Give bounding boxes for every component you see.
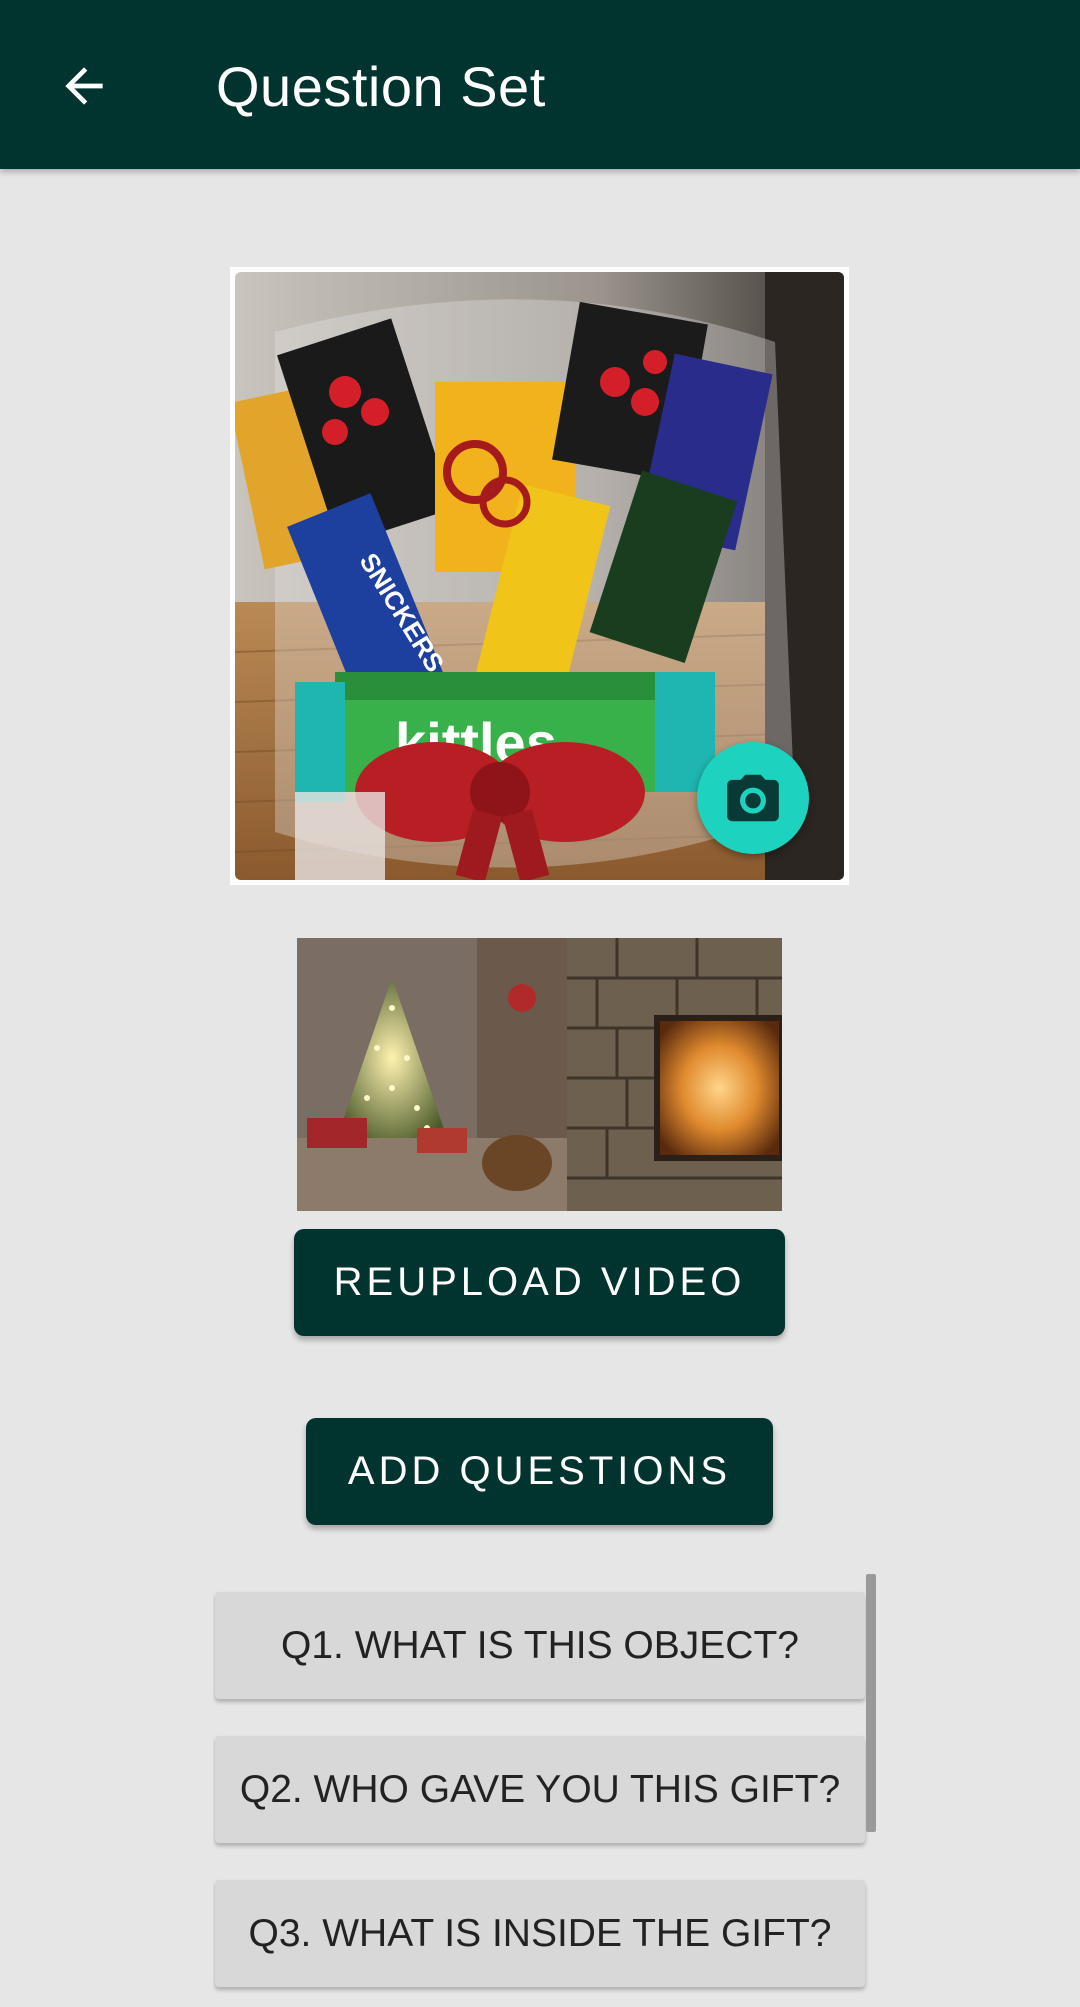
- change-photo-button[interactable]: [697, 742, 809, 854]
- page-title: Question Set: [216, 55, 546, 118]
- question-list-scrollbar[interactable]: [866, 1574, 876, 1832]
- camera-icon: [727, 774, 779, 822]
- app-bar: Question Set: [0, 0, 1080, 169]
- question-list[interactable]: Q1. WHAT IS THIS OBJECT? Q2. WHO GAVE YO…: [213, 1574, 879, 2007]
- question-item-2[interactable]: Q2. WHO GAVE YOU THIS GIFT?: [215, 1736, 865, 1843]
- video-thumbnail[interactable]: [297, 938, 782, 1211]
- question-item-3[interactable]: Q3. WHAT IS INSIDE THE GIFT?: [215, 1880, 865, 1987]
- question-item-1[interactable]: Q1. WHAT IS THIS OBJECT?: [215, 1592, 865, 1699]
- add-questions-button[interactable]: ADD QUESTIONS: [306, 1418, 773, 1525]
- back-button[interactable]: [44, 46, 124, 126]
- reupload-video-button[interactable]: REUPLOAD VIDEO: [294, 1229, 785, 1336]
- arrow-left-icon: [65, 67, 103, 105]
